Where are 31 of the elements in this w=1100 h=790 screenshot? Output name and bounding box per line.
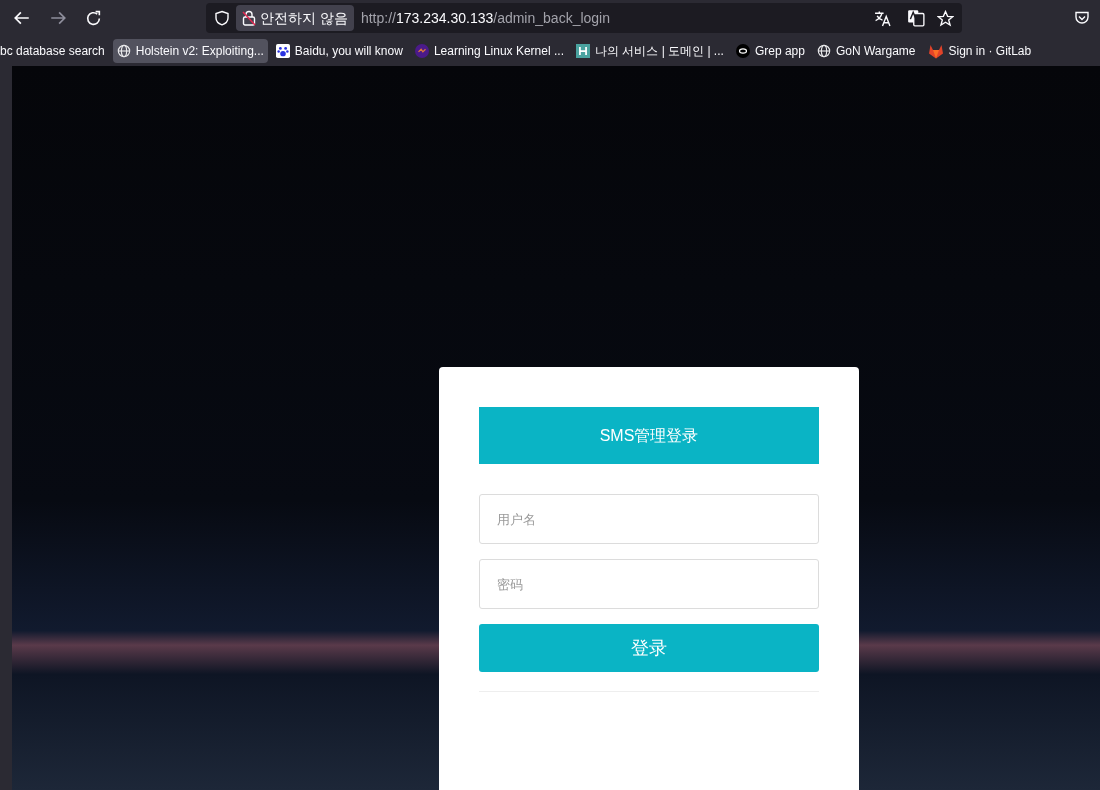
username-field[interactable]: 用户名 [479,494,819,544]
address-bar[interactable]: 안전하지 않음 http://173.234.30.133/admin_back_login [206,3,962,33]
bookmark-item[interactable]: Holstein v2: Exploiting... [112,39,268,63]
bookmark-item[interactable]: Baidu, you will know [271,39,407,63]
bookmark-item[interactable]: Learning Linux Kernel ... [410,39,568,63]
star-icon[interactable] [937,9,954,27]
logo-icon [414,44,429,58]
globe-icon [816,44,831,58]
security-badge[interactable]: 안전하지 않음 [236,5,354,31]
login-title: SMS管理登录 [599,425,699,446]
bookmark-item[interactable]: Sign in · GitLab [923,39,1036,63]
url-text[interactable]: http://173.234.30.133/admin_back_login [360,7,610,29]
letter-logo-icon [575,44,590,58]
paw-icon [275,44,290,58]
broken-lock-icon [242,10,256,26]
forward-icon[interactable] [49,9,67,27]
eye-logo-icon [735,44,750,58]
pocket-icon[interactable] [1074,10,1090,26]
security-label: 안전하지 않음 [260,8,348,28]
bookmark-item[interactable]: 나의 서비스 | 도메인 | ... [571,39,728,63]
password-field[interactable]: 密码 [479,559,819,609]
globe-icon [116,44,131,58]
bookmark-item[interactable]: bc database search [0,39,109,63]
reload-icon[interactable] [85,9,102,27]
back-icon[interactable] [13,9,31,27]
translate-icon[interactable] [874,9,891,27]
shield-icon[interactable] [214,10,230,26]
fox-logo-icon [927,43,944,59]
bookmark-item[interactable]: Grep app [731,39,809,63]
bookmark-item[interactable]: GoN Wargame [812,39,920,63]
page-translate-icon[interactable] [907,9,925,27]
